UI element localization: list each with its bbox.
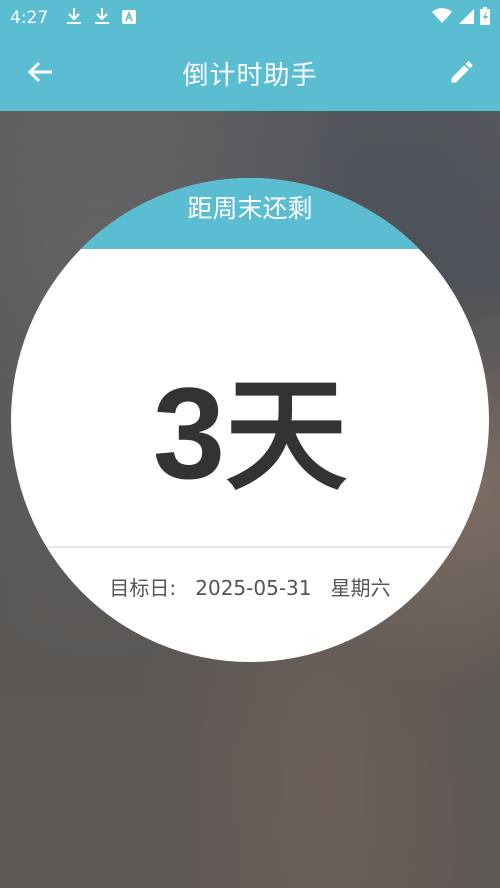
target-label: 目标日: xyxy=(109,576,177,600)
arrow-left-icon xyxy=(26,60,54,88)
days-unit: 天 xyxy=(225,365,348,507)
edit-button[interactable] xyxy=(442,54,482,94)
countdown-value: 3 天 xyxy=(11,368,489,501)
signal-icon xyxy=(458,8,474,28)
status-bar: 4:27 xyxy=(0,0,500,36)
countdown-header: 距周末还剩 xyxy=(11,178,489,249)
system-icons xyxy=(432,7,490,29)
target-date-row: 目标日: 2025-05-31 星期六 xyxy=(11,572,489,601)
target-date: 2025-05-31 xyxy=(195,576,312,600)
status-time: 4:27 xyxy=(10,8,49,28)
page-title: 倒计时助手 xyxy=(182,61,318,91)
countdown-card[interactable]: 距周末还剩 3 天 目标日: 2025-05-31 星期六 xyxy=(11,178,489,662)
countdown-event-title: 距周末还剩 xyxy=(187,194,313,223)
download-icon xyxy=(94,7,110,29)
battery-icon xyxy=(480,7,490,29)
keyboard-a-icon xyxy=(122,9,137,28)
back-button[interactable] xyxy=(20,54,60,94)
wifi-icon xyxy=(432,8,452,28)
app-bar: 倒计时助手 xyxy=(0,36,500,111)
days-remaining-number: 3 xyxy=(152,360,226,506)
divider xyxy=(11,546,489,548)
download-icon xyxy=(66,7,82,29)
notification-icons xyxy=(66,7,137,29)
target-weekday: 星期六 xyxy=(330,576,391,600)
pencil-icon xyxy=(448,58,476,90)
